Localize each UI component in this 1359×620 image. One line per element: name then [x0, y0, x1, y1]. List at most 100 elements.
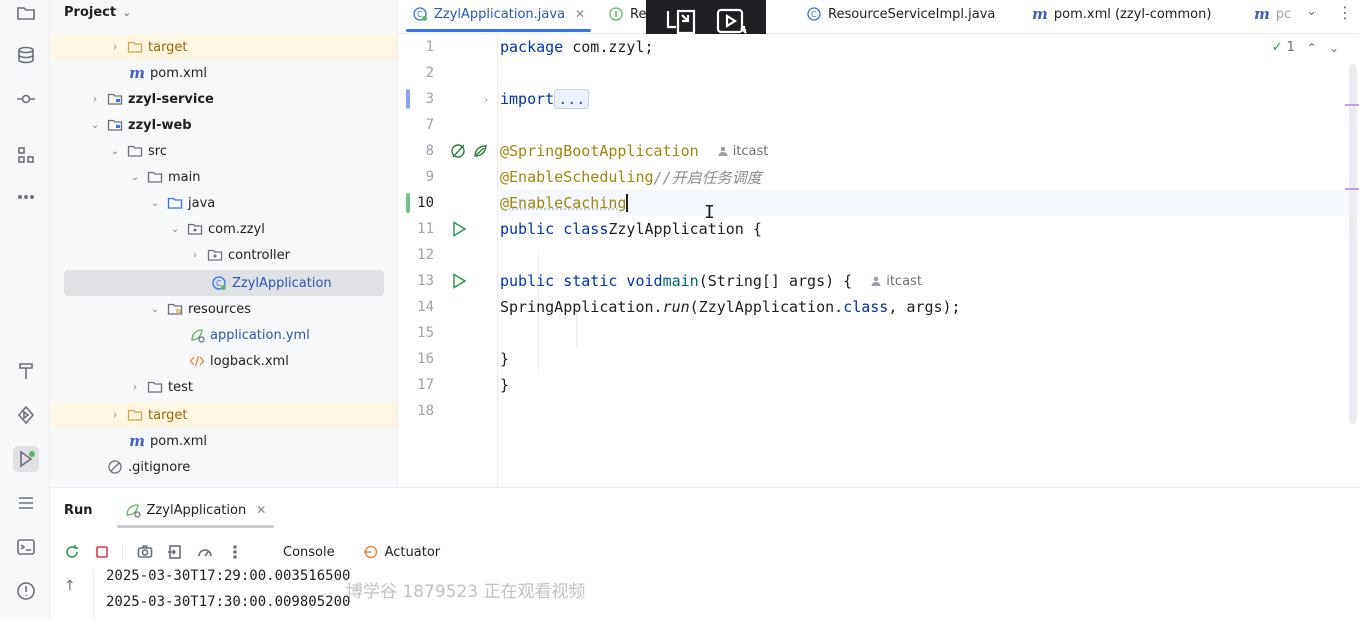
- package-icon: [206, 247, 224, 263]
- tree-item-target[interactable]: › target: [50, 34, 397, 60]
- code-author-hint[interactable]: itcast: [717, 144, 768, 159]
- more-options-button[interactable]: [227, 544, 243, 560]
- tab-console[interactable]: Console: [283, 545, 335, 560]
- code-token: @EnableScheduling: [500, 168, 654, 186]
- gutter-line: 8: [398, 138, 498, 164]
- spring-scheduled-icon[interactable]: [472, 142, 490, 164]
- profiler-button[interactable]: [197, 544, 213, 560]
- more-tools-button[interactable]: [13, 184, 39, 210]
- tree-item-label: pom.xml: [150, 433, 207, 449]
- todo-tool-button[interactable]: [13, 490, 39, 516]
- chevron-up-icon[interactable]: ⌃: [1307, 41, 1317, 55]
- chevron-down-icon: ⌄: [122, 5, 132, 19]
- change-marker[interactable]: [406, 89, 410, 109]
- rerun-button[interactable]: [64, 544, 80, 560]
- maven-icon: m: [1254, 5, 1270, 23]
- folded-imports[interactable]: ...: [554, 89, 590, 109]
- project-panel-header[interactable]: Project ⌄: [50, 0, 397, 24]
- fold-chevron-icon[interactable]: ›: [484, 93, 488, 106]
- tree-item-gitignore[interactable]: .gitignore: [50, 454, 397, 480]
- tab-pc[interactable]: m pc: [1254, 0, 1291, 28]
- module-folder-icon: [106, 91, 124, 107]
- run-tool-button[interactable]: [13, 446, 39, 472]
- tree-item-target-2[interactable]: › target: [50, 402, 397, 428]
- tree-item-java[interactable]: ⌄ java: [50, 190, 397, 216]
- chevron-right-icon: ›: [113, 41, 117, 53]
- database-tool-button[interactable]: [13, 42, 39, 68]
- more-vertical-icon[interactable]: ⋮: [1337, 3, 1353, 22]
- run-config-tab[interactable]: ZzylApplication ✕: [116, 488, 274, 532]
- code-editor[interactable]: 1 2 3 › 7 8 9 10 11 12 13 14 15 16 17 18…: [398, 34, 1359, 487]
- tree-item-label: com.zzyl: [208, 221, 265, 237]
- tree-item-main[interactable]: ⌄ main: [50, 164, 397, 190]
- arrow-up-icon[interactable]: ↑: [64, 578, 76, 594]
- tree-item-com-zzyl[interactable]: ⌄ com.zzyl: [50, 216, 397, 242]
- problems-tool-button[interactable]: [13, 578, 39, 604]
- stop-button[interactable]: [94, 544, 110, 560]
- scrollbar-mark[interactable]: [1345, 188, 1359, 190]
- code-token: SpringApplication.: [500, 298, 663, 316]
- problems-icon: [17, 582, 35, 600]
- code-token: @EnableCaching: [500, 194, 627, 212]
- video-magic-icon[interactable]: [714, 7, 748, 37]
- chevron-down-icon: ⌄: [90, 119, 100, 131]
- tree-item-zzyl-service[interactable]: › zzyl-service: [50, 86, 397, 112]
- spring-bean-icon[interactable]: [450, 142, 468, 164]
- tree-item-pom[interactable]: m pom.xml: [50, 60, 397, 86]
- database-icon: [18, 46, 34, 64]
- svg-text:C: C: [216, 279, 222, 288]
- tab-pom-common[interactable]: m pom.xml (zzyl-common): [1032, 0, 1211, 28]
- terminal-tool-button[interactable]: [13, 534, 39, 560]
- ignore-file-icon: [106, 459, 124, 475]
- run-toolbar: Console Actuator: [50, 538, 1359, 566]
- snapshot-button[interactable]: [137, 544, 153, 560]
- inspection-widget[interactable]: ✓ 1 ⌃ ⌄: [1272, 40, 1339, 55]
- tab-zzylapplication[interactable]: C ZzylApplication.java ✕: [405, 0, 592, 32]
- project-tool-button[interactable]: [13, 0, 39, 26]
- code-line-8: @SpringBootApplication itcast: [500, 138, 1359, 164]
- gutter-line: 12: [398, 242, 498, 268]
- tree-item-label: controller: [228, 247, 291, 263]
- tree-item-label: resources: [188, 301, 252, 317]
- picture-in-picture-icon[interactable]: [664, 7, 698, 37]
- tree-item-zzyl-web[interactable]: ⌄ zzyl-web: [50, 112, 397, 138]
- run-gutter-icon[interactable]: [450, 220, 468, 242]
- run-gutter-icon[interactable]: [450, 272, 468, 294]
- line-number: 9: [425, 169, 434, 185]
- tab-list-chevron-icon[interactable]: ⌄: [1306, 4, 1317, 19]
- editor-scrollbar[interactable]: [1349, 64, 1357, 424]
- list-icon: [19, 497, 33, 509]
- actuator-icon: [363, 545, 377, 559]
- console-side-toolbar: ↑: [50, 570, 94, 620]
- tab-resourceserviceimpl[interactable]: C ResourceServiceImpl.java: [806, 0, 995, 28]
- close-icon[interactable]: ✕: [575, 7, 585, 21]
- tab-actuator[interactable]: Actuator: [363, 544, 440, 560]
- tree-item-test[interactable]: › test: [50, 374, 397, 400]
- services-tool-button[interactable]: [13, 402, 39, 428]
- tree-item-controller[interactable]: › controller: [50, 242, 397, 268]
- tree-item-resources[interactable]: ⌄ resources: [50, 296, 397, 322]
- commit-tool-button[interactable]: [13, 86, 39, 112]
- more-vertical-icon: [233, 545, 237, 559]
- tab-re[interactable]: Re: [608, 0, 646, 28]
- maven-icon: m: [129, 432, 145, 450]
- run-config-label: ZzylApplication: [146, 502, 247, 518]
- chevron-right-icon: ›: [133, 381, 137, 393]
- build-tool-button[interactable]: [13, 358, 39, 384]
- chevron-down-icon[interactable]: ⌄: [1329, 41, 1339, 55]
- tree-item-zzylapplication[interactable]: C ZzylApplication: [64, 270, 384, 296]
- tree-item-logback-xml[interactable]: logback.xml: [50, 348, 397, 374]
- tree-item-src[interactable]: ⌄ src: [50, 138, 397, 164]
- restore-layout-button[interactable]: [167, 544, 183, 560]
- tree-item-application-yml[interactable]: application.yml: [50, 322, 397, 348]
- code-author-hint[interactable]: itcast: [870, 274, 922, 289]
- close-icon[interactable]: ✕: [256, 503, 266, 517]
- line-number: 12: [417, 247, 434, 263]
- change-marker[interactable]: [406, 193, 410, 213]
- scrollbar-mark[interactable]: [1345, 104, 1359, 106]
- tree-item-label: zzyl-service: [128, 91, 214, 107]
- tree-item-pom-2[interactable]: m pom.xml: [50, 428, 397, 454]
- chevron-right-icon: ›: [93, 93, 97, 105]
- structure-tool-button[interactable]: [13, 142, 39, 168]
- code-line-13: public static void main (String[] args) {…: [500, 268, 1359, 294]
